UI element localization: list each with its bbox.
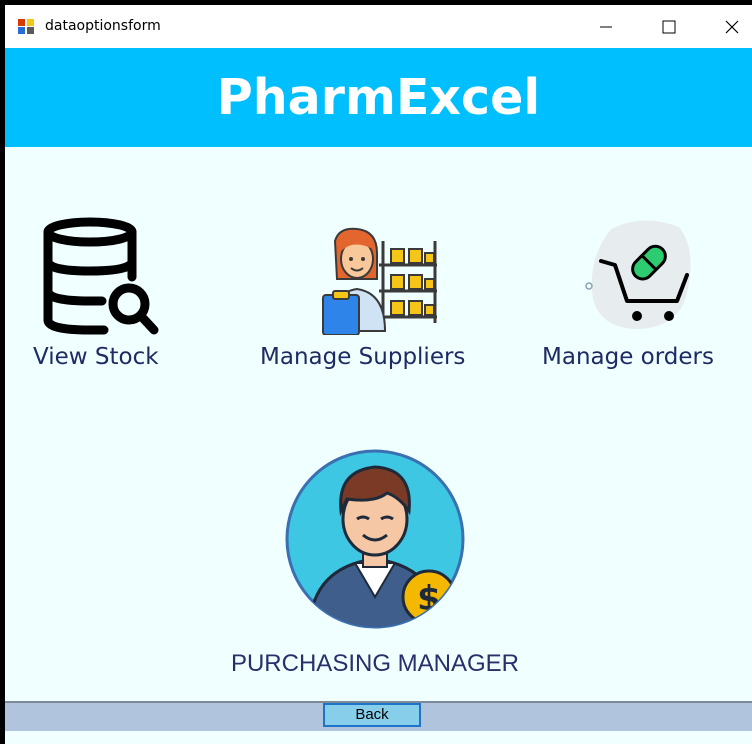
manage-suppliers-label[interactable]: Manage Suppliers [260,342,465,372]
svg-text:$: $ [417,579,441,619]
minimize-button[interactable] [583,5,629,48]
maximize-icon [662,20,676,33]
database-search-icon[interactable] [42,217,162,339]
supplier-warehouse-icon[interactable] [313,223,439,335]
purchasing-manager-label[interactable]: PURCHASING MANAGER [5,650,745,678]
app-window: dataoptionsform PharmExcel View Stock Ma… [5,5,752,744]
window-title: dataoptionsform [45,18,161,34]
purchasing-manager-avatar-icon[interactable]: $ [283,447,467,631]
view-stock-label[interactable]: View Stock [33,342,159,372]
cart-pill-icon[interactable] [583,219,693,337]
maximize-button[interactable] [646,5,692,48]
header-banner: PharmExcel [5,48,752,147]
manage-orders-label[interactable]: Manage orders [542,342,714,372]
app-title: PharmExcel [216,69,541,126]
close-icon [725,20,739,33]
window-titlebar[interactable]: dataoptionsform [5,5,752,48]
back-button[interactable]: Back [323,703,421,727]
close-button[interactable] [709,5,752,48]
app-icon [17,18,35,35]
minimize-icon [600,26,612,27]
